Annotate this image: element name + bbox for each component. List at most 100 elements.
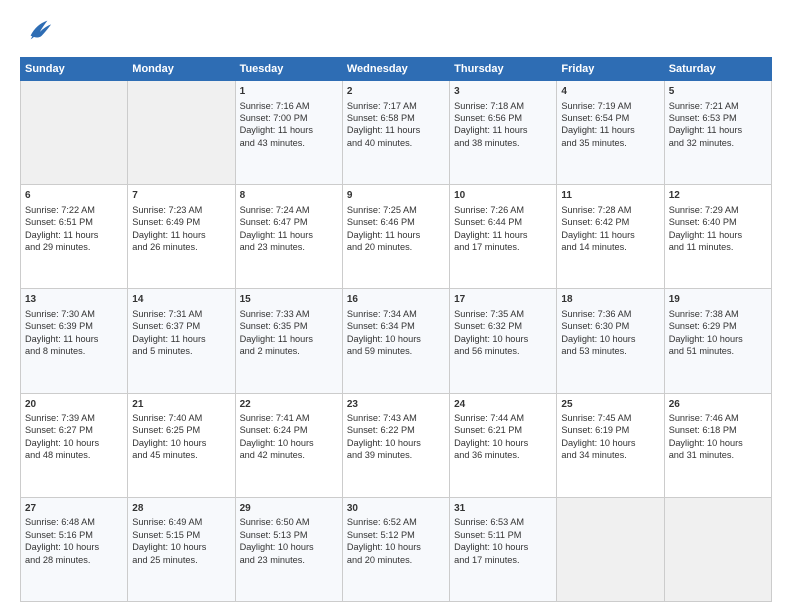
day-info-line: and 43 minutes. — [240, 137, 338, 149]
day-info-line: Sunrise: 7:44 AM — [454, 412, 552, 424]
day-info-line: and 38 minutes. — [454, 137, 552, 149]
calendar-cell — [557, 497, 664, 601]
day-info-line: Sunset: 6:51 PM — [25, 216, 123, 228]
day-info-line: Daylight: 11 hours — [240, 229, 338, 241]
day-info-line: Daylight: 11 hours — [240, 333, 338, 345]
day-number: 21 — [132, 398, 230, 412]
day-info-line: Sunrise: 7:26 AM — [454, 204, 552, 216]
calendar-cell: 13Sunrise: 7:30 AMSunset: 6:39 PMDayligh… — [21, 289, 128, 393]
calendar-cell: 15Sunrise: 7:33 AMSunset: 6:35 PMDayligh… — [235, 289, 342, 393]
day-number: 6 — [25, 189, 123, 203]
day-header-monday: Monday — [128, 58, 235, 81]
day-info-line: Daylight: 11 hours — [454, 229, 552, 241]
day-info-line: Sunrise: 7:23 AM — [132, 204, 230, 216]
logo-bird-icon — [25, 16, 53, 49]
calendar-cell: 2Sunrise: 7:17 AMSunset: 6:58 PMDaylight… — [342, 81, 449, 185]
day-info-line: Sunset: 6:56 PM — [454, 112, 552, 124]
day-info-line: Daylight: 10 hours — [561, 333, 659, 345]
day-info-line: and 14 minutes. — [561, 241, 659, 253]
day-info-line: Daylight: 11 hours — [347, 229, 445, 241]
day-info-line: Daylight: 10 hours — [240, 541, 338, 553]
day-info-line: Sunset: 6:25 PM — [132, 424, 230, 436]
day-info-line: Sunrise: 7:40 AM — [132, 412, 230, 424]
day-info-line: Sunrise: 7:22 AM — [25, 204, 123, 216]
day-info-line: Daylight: 11 hours — [669, 124, 767, 136]
calendar-cell: 11Sunrise: 7:28 AMSunset: 6:42 PMDayligh… — [557, 185, 664, 289]
calendar-week-row: 27Sunrise: 6:48 AMSunset: 5:16 PMDayligh… — [21, 497, 772, 601]
day-info-line: Daylight: 11 hours — [561, 124, 659, 136]
calendar-cell: 6Sunrise: 7:22 AMSunset: 6:51 PMDaylight… — [21, 185, 128, 289]
day-info-line: Sunset: 5:13 PM — [240, 529, 338, 541]
calendar-header-row: SundayMondayTuesdayWednesdayThursdayFrid… — [21, 58, 772, 81]
day-number: 27 — [25, 502, 123, 516]
day-info-line: Sunrise: 6:53 AM — [454, 516, 552, 528]
day-number: 19 — [669, 293, 767, 307]
day-info-line: Sunset: 6:46 PM — [347, 216, 445, 228]
day-number: 18 — [561, 293, 659, 307]
calendar-cell: 16Sunrise: 7:34 AMSunset: 6:34 PMDayligh… — [342, 289, 449, 393]
day-number: 14 — [132, 293, 230, 307]
calendar-cell: 4Sunrise: 7:19 AMSunset: 6:54 PMDaylight… — [557, 81, 664, 185]
day-info-line: Sunset: 6:49 PM — [132, 216, 230, 228]
calendar-week-row: 1Sunrise: 7:16 AMSunset: 7:00 PMDaylight… — [21, 81, 772, 185]
day-info-line: and 36 minutes. — [454, 449, 552, 461]
day-info-line: Sunset: 6:19 PM — [561, 424, 659, 436]
day-info-line: Sunset: 6:58 PM — [347, 112, 445, 124]
calendar-cell: 28Sunrise: 6:49 AMSunset: 5:15 PMDayligh… — [128, 497, 235, 601]
calendar-cell: 29Sunrise: 6:50 AMSunset: 5:13 PMDayligh… — [235, 497, 342, 601]
day-info-line: Sunset: 5:15 PM — [132, 529, 230, 541]
day-number: 4 — [561, 85, 659, 99]
day-info-line: Sunset: 6:54 PM — [561, 112, 659, 124]
day-info-line: Sunset: 6:44 PM — [454, 216, 552, 228]
day-info-line: and 42 minutes. — [240, 449, 338, 461]
day-info-line: and 31 minutes. — [669, 449, 767, 461]
day-header-sunday: Sunday — [21, 58, 128, 81]
day-info-line: and 56 minutes. — [454, 345, 552, 357]
calendar-cell: 14Sunrise: 7:31 AMSunset: 6:37 PMDayligh… — [128, 289, 235, 393]
day-number: 28 — [132, 502, 230, 516]
calendar-cell: 24Sunrise: 7:44 AMSunset: 6:21 PMDayligh… — [450, 393, 557, 497]
day-info-line: Sunrise: 7:28 AM — [561, 204, 659, 216]
day-number: 30 — [347, 502, 445, 516]
day-info-line: Sunrise: 7:46 AM — [669, 412, 767, 424]
day-info-line: and 25 minutes. — [132, 554, 230, 566]
day-info-line: and 20 minutes. — [347, 241, 445, 253]
day-info-line: Sunset: 6:47 PM — [240, 216, 338, 228]
day-info-line: Daylight: 11 hours — [132, 333, 230, 345]
day-info-line: Daylight: 11 hours — [347, 124, 445, 136]
day-info-line: and 23 minutes. — [240, 554, 338, 566]
day-info-line: and 35 minutes. — [561, 137, 659, 149]
day-info-line: and 2 minutes. — [240, 345, 338, 357]
day-info-line: Daylight: 10 hours — [454, 541, 552, 553]
day-header-tuesday: Tuesday — [235, 58, 342, 81]
day-info-line: and 29 minutes. — [25, 241, 123, 253]
day-info-line: Sunrise: 7:24 AM — [240, 204, 338, 216]
calendar-cell: 19Sunrise: 7:38 AMSunset: 6:29 PMDayligh… — [664, 289, 771, 393]
day-info-line: Daylight: 11 hours — [669, 229, 767, 241]
calendar-cell: 12Sunrise: 7:29 AMSunset: 6:40 PMDayligh… — [664, 185, 771, 289]
day-info-line: Sunset: 6:35 PM — [240, 320, 338, 332]
day-number: 11 — [561, 189, 659, 203]
day-info-line: Daylight: 10 hours — [132, 437, 230, 449]
day-info-line: Sunset: 6:27 PM — [25, 424, 123, 436]
day-info-line: Sunrise: 7:34 AM — [347, 308, 445, 320]
day-info-line: and 34 minutes. — [561, 449, 659, 461]
calendar-cell: 5Sunrise: 7:21 AMSunset: 6:53 PMDaylight… — [664, 81, 771, 185]
day-number: 15 — [240, 293, 338, 307]
day-info-line: Sunrise: 7:45 AM — [561, 412, 659, 424]
day-info-line: Daylight: 10 hours — [454, 333, 552, 345]
day-info-line: and 53 minutes. — [561, 345, 659, 357]
calendar-cell: 22Sunrise: 7:41 AMSunset: 6:24 PMDayligh… — [235, 393, 342, 497]
day-info-line: and 23 minutes. — [240, 241, 338, 253]
day-info-line: Daylight: 10 hours — [347, 333, 445, 345]
day-info-line: and 8 minutes. — [25, 345, 123, 357]
day-info-line: Sunset: 6:18 PM — [669, 424, 767, 436]
day-info-line: Daylight: 11 hours — [25, 333, 123, 345]
day-info-line: Sunrise: 7:35 AM — [454, 308, 552, 320]
day-info-line: Sunrise: 7:18 AM — [454, 100, 552, 112]
day-info-line: Sunrise: 7:31 AM — [132, 308, 230, 320]
day-info-line: Daylight: 10 hours — [25, 437, 123, 449]
calendar-cell: 8Sunrise: 7:24 AMSunset: 6:47 PMDaylight… — [235, 185, 342, 289]
day-header-thursday: Thursday — [450, 58, 557, 81]
day-info-line: and 59 minutes. — [347, 345, 445, 357]
